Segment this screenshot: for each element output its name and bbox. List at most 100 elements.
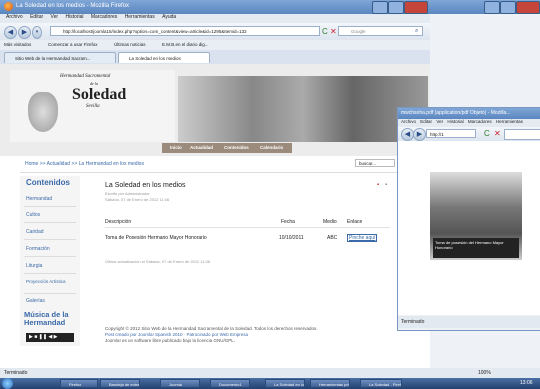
play-icon[interactable]: ▶ ■ ❚❚ ◀ ▶ [29, 334, 58, 340]
taskbar-item-pdf[interactable]: Herramientas pdf [310, 379, 350, 388]
tab-bar: Sitio Web de la Hermandad Sacram... La S… [0, 50, 430, 64]
status-text: Terminado [4, 370, 28, 376]
sidebar-item-hermandad[interactable]: Hermandad [26, 196, 52, 202]
nav-actualidad[interactable]: Actualidad [190, 143, 213, 153]
music-heading: Música de la Hermandad [24, 310, 69, 327]
bookmark-emb[interactable]: E.M.B.en el diario dig... [162, 42, 209, 47]
footer-license[interactable]: Joomla! es un software libre publicado b… [105, 338, 405, 344]
bookmarks-toolbar: Más visitados Comenzar a usar Firefox Úl… [0, 40, 430, 50]
popup-title-bar: mwchsoha.pdf (application/pdf Objeto) - … [398, 108, 540, 119]
menu-ayuda[interactable]: Ayuda [162, 14, 176, 20]
history-dropdown-icon[interactable]: ▾ [32, 26, 42, 39]
popup-status-bar: Terminado [398, 316, 540, 328]
music-player[interactable]: ▶ ■ ❚❚ ◀ ▶ [26, 333, 74, 342]
tab-la-soledad[interactable]: La Soledad en los medios [118, 52, 210, 63]
taskbar-item-soledad-firefox[interactable]: La Soledad - Firefox [360, 379, 402, 388]
sidebar-item-liturgia[interactable]: Liturgia [26, 263, 42, 269]
taskbar-item-document[interactable]: Documento1 [210, 379, 250, 388]
col-header-descripcion: Descripción [105, 219, 132, 225]
popup-menu-marcadores[interactable]: Marcadores [468, 119, 492, 124]
print-icon[interactable]: ▪ [385, 182, 387, 188]
popup-url-input[interactable]: http://1 [426, 129, 476, 138]
start-button-icon[interactable] [2, 378, 13, 389]
taskbar-item-soledad[interactable]: La Soledad en los... [265, 379, 305, 388]
forward-icon[interactable]: ▶ [18, 26, 31, 39]
tab-sitio-web[interactable]: Sitio Web de la Hermandad Sacram... [4, 52, 116, 63]
col-header-medio: Medio [323, 219, 337, 225]
search-input[interactable]: Google [338, 26, 423, 36]
sidebar-divider [24, 256, 76, 257]
sidebar-item-cultos[interactable]: Cultos [26, 212, 40, 218]
nav-inicio[interactable]: Inicio [170, 143, 182, 153]
table-cell-fecha: 10/10/2011 [279, 235, 304, 241]
sidebar-divider [24, 222, 76, 223]
url-input[interactable]: http://localhost/joomla15/index.php?opti… [50, 26, 320, 36]
menu-historial[interactable]: Historial [65, 14, 83, 20]
site-search-input[interactable]: buscar... [355, 159, 395, 167]
menu-herramientas[interactable]: Herramientas [125, 14, 155, 20]
sidebar-divider [24, 293, 76, 294]
bookmark-ultimas-noticias[interactable]: Últimas noticias [114, 42, 146, 47]
logo-city: Sevilla [86, 104, 100, 109]
col-header-fecha: Fecha [281, 219, 295, 225]
pdf-icon[interactable]: ▪ [377, 182, 379, 188]
popup-reload-icon[interactable]: C [484, 129, 490, 138]
taskbar-item-firefox[interactable]: Firefox [60, 379, 98, 388]
maximize-button[interactable] [388, 1, 404, 14]
article-author: Escrito por Administrador [105, 191, 150, 196]
sidebar-divider [24, 273, 76, 274]
popup-menu-herramientas[interactable]: Herramientas [496, 119, 523, 124]
popup-menu-editar[interactable]: Editar [420, 119, 432, 124]
close-button-2[interactable] [516, 1, 540, 14]
popup-forward-icon[interactable]: ▶ [413, 128, 426, 141]
sidebar-divider [24, 239, 76, 240]
popup-menu-bar: Archivo Editar Ver Historial Marcadores … [398, 119, 540, 127]
crest-logo [28, 92, 58, 132]
taskbar-item-joomla[interactable]: Joomla [160, 379, 200, 388]
title-bar: La Soledad en los medios - Mozilla Firef… [0, 0, 540, 14]
table-cell-medio: ABC [327, 235, 338, 241]
menu-ver[interactable]: Ver [51, 14, 59, 20]
table-divider [105, 227, 390, 228]
menu-editar[interactable]: Editar [30, 14, 43, 20]
taskbar-clock: 13:06 [520, 380, 533, 386]
pinche-aqui-link[interactable]: Pinche aquí [347, 234, 378, 242]
pdf-caption-box: Toma de posesión del Hermano Mayor Honor… [433, 238, 519, 258]
logo-area: Hermandad Sacramental de la Soledad Sevi… [10, 70, 175, 142]
sidebar-item-galerias[interactable]: Galerías [26, 298, 45, 304]
reload-icon[interactable]: C [322, 27, 328, 36]
sidebar-item-formacion[interactable]: Formación [26, 246, 50, 252]
sidebar-item-caridad[interactable]: Caridad [26, 229, 44, 235]
sidebar-divider [24, 206, 76, 207]
popup-menu-ver[interactable]: Ver [436, 119, 443, 124]
menu-archivo[interactable]: Archivo [6, 14, 23, 20]
zoom-level[interactable]: 100% [478, 370, 491, 376]
taskbar-item-inbox[interactable]: Bandeja de entrada [100, 379, 140, 388]
header-photo [178, 76, 428, 142]
site-header: Hermandad Sacramental de la Soledad Sevi… [0, 64, 430, 156]
breadcrumb[interactable]: Home >> Actualidad >> La Hermandad en lo… [25, 161, 144, 167]
bookmark-comenzar[interactable]: Comenzar a usar Firefox [48, 42, 98, 47]
menu-marcadores[interactable]: Marcadores [91, 14, 117, 20]
stop-icon[interactable]: ✕ [330, 27, 337, 36]
maximize-button-2[interactable] [500, 1, 516, 14]
search-icon[interactable]: ⌕ [415, 28, 418, 35]
table-cell-descripcion: Toma de Posesión Hermano Mayor Honorario [105, 235, 207, 241]
minimize-button-2[interactable] [484, 1, 500, 14]
divider [20, 172, 400, 173]
firefox-icon [4, 2, 13, 11]
popup-menu-historial[interactable]: Historial [447, 119, 463, 124]
nav-calendario[interactable]: Calendario [260, 143, 283, 153]
nav-contenidos[interactable]: Contenidos [224, 143, 249, 153]
sidebar-item-proyeccion[interactable]: Proyección Artística [26, 279, 74, 284]
sidebar-title: Contenidos [26, 178, 70, 187]
back-icon[interactable]: ◀ [4, 26, 17, 39]
close-button[interactable] [404, 1, 428, 14]
bookmark-mas-visitados[interactable]: Más visitados [4, 42, 31, 47]
article-title: La Soledad en los medios [105, 182, 186, 189]
popup-search-input[interactable] [504, 129, 540, 140]
popup-stop-icon[interactable]: ✕ [494, 129, 501, 138]
popup-menu-archivo[interactable]: Archivo [401, 119, 416, 124]
minimize-button[interactable] [372, 1, 388, 14]
sidebar: Contenidos Hermandad Cultos Caridad Form… [20, 176, 80, 346]
